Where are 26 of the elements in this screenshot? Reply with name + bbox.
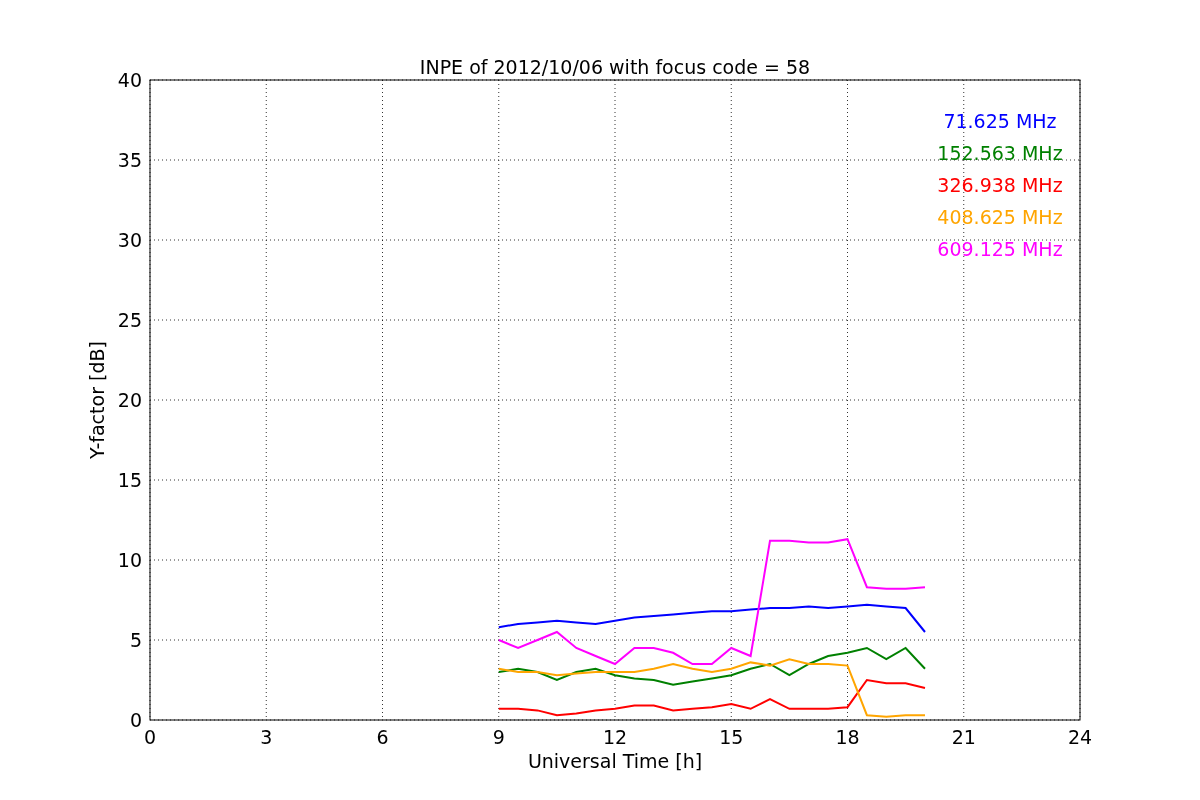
tick-label: 12: [602, 726, 628, 748]
tick-label: 6: [376, 726, 389, 748]
legend-label: 326.938 MHz: [937, 174, 1063, 196]
tick-label: 15: [117, 469, 142, 491]
tick-label: 20: [117, 389, 142, 411]
tick-label: 35: [117, 149, 142, 171]
tick-label: 15: [719, 726, 744, 748]
legend-label: 408.625 MHz: [937, 206, 1063, 228]
tick-label: 0: [129, 709, 142, 731]
tick-label: 3: [260, 726, 273, 748]
axis-label: Y-factor [dB]: [86, 341, 108, 459]
tick-label: 25: [117, 309, 142, 331]
tick-label: 0: [143, 726, 157, 748]
tick-label: 9: [492, 726, 505, 748]
tick-label: 21: [951, 726, 976, 748]
legend-label: 71.625 MHz: [943, 110, 1057, 132]
tick-label: 24: [1067, 726, 1093, 748]
tick-label: 10: [117, 549, 142, 571]
tick-label: 18: [835, 726, 860, 748]
legend-label: 609.125 MHz: [937, 238, 1063, 260]
legend-label: 152.563 MHz: [937, 142, 1063, 164]
tick-label: 30: [117, 229, 142, 251]
tick-label: 40: [117, 69, 142, 91]
axis-label: Universal Time [h]: [527, 750, 703, 772]
chart-title: INPE of 2012/10/06 with focus code = 58: [419, 56, 811, 78]
tick-label: 5: [129, 629, 142, 651]
